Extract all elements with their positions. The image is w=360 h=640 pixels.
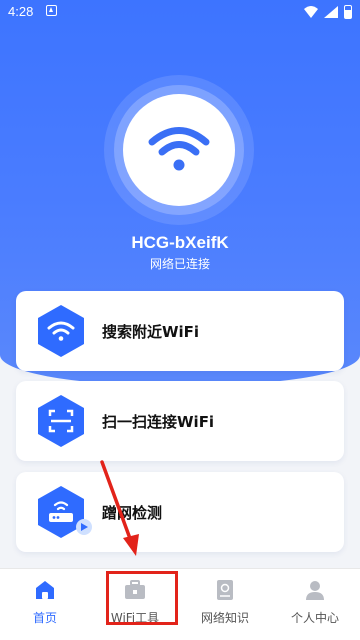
wifi-status-circle[interactable] (123, 94, 235, 206)
network-name: HCG-bXeifK (131, 233, 229, 252)
tab-profile[interactable]: 个人中心 (270, 569, 360, 640)
wifi-signal-icon (304, 6, 318, 18)
home-icon (32, 577, 58, 603)
tab-label: 个人中心 (290, 611, 339, 625)
status-bar: 4:28 (0, 0, 360, 26)
battery-icon (344, 5, 352, 19)
annotation-arrow (100, 460, 139, 556)
scan-icon (34, 394, 88, 448)
card-label: 搜索附近WiFi (102, 322, 200, 341)
status-time: 4:28 (8, 4, 34, 19)
tab-network-knowledge[interactable]: 网络知识 (180, 569, 270, 640)
connection-status: 网络已连接 (149, 257, 210, 271)
scan-connect-wifi-card[interactable]: 扫一扫连接WiFi (16, 381, 344, 461)
search-nearby-wifi-card[interactable]: 搜索附近WiFi (16, 291, 344, 371)
person-icon (302, 577, 328, 603)
tab-label: 网络知识 (200, 611, 249, 625)
notification-icon (46, 5, 57, 16)
card-label: 扫一扫连接WiFi (102, 412, 215, 431)
wifi-icon (34, 304, 88, 358)
tab-home[interactable]: 首页 (0, 569, 90, 640)
router-icon (34, 485, 92, 539)
cell-signal-icon (324, 6, 338, 18)
wifi-icon (148, 127, 210, 171)
annotation-highlight-box (106, 571, 178, 625)
play-badge-icon (76, 519, 92, 535)
tab-label: 首页 (32, 611, 57, 625)
wifi-status-ring (104, 75, 254, 225)
freeloader-detection-card[interactable]: 蹭网检测 (16, 472, 344, 552)
bottom-tab-bar: 首页 WiFi工具 网络知识 个人中心 (0, 568, 360, 640)
book-icon (212, 577, 238, 603)
